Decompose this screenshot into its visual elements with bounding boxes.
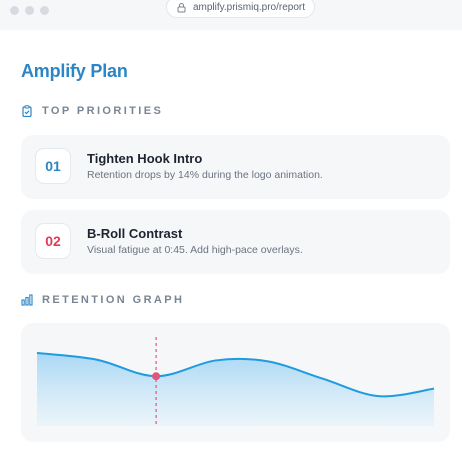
window-controls [10, 6, 49, 15]
minimize-window-dot[interactable] [25, 6, 34, 15]
clipboard-check-icon [22, 105, 32, 117]
address-bar[interactable]: amplify.prismiq.pro/report [166, 0, 315, 18]
drop-marker-point[interactable] [152, 372, 161, 381]
priority-number-badge: 02 [35, 223, 71, 259]
retention-section-header: RETENTION GRAPH [21, 294, 184, 306]
priority-title: Tighten Hook Intro [87, 151, 203, 166]
lock-icon [177, 2, 186, 12]
priority-description: Visual fatigue at 0:45. Add high-pace ov… [87, 244, 303, 256]
priority-title: B-Roll Contrast [87, 226, 183, 241]
bar-chart-icon [21, 294, 33, 306]
retention-chart [36, 337, 435, 426]
priority-number: 02 [45, 233, 61, 249]
priority-number: 01 [45, 158, 61, 174]
retention-area [37, 352, 434, 426]
priority-card[interactable]: 01 Tighten Hook Intro Retention drops by… [21, 135, 450, 199]
priorities-section-header: TOP PRIORITIES [21, 105, 163, 117]
priority-description: Retention drops by 14% during the logo a… [87, 169, 323, 181]
retention-graph-card [21, 323, 450, 442]
url-text: amplify.prismiq.pro/report [192, 1, 306, 13]
priorities-heading: TOP PRIORITIES [42, 105, 164, 117]
close-window-dot[interactable] [10, 6, 19, 15]
page-title: Amplify Plan [21, 61, 128, 81]
browser-toolbar: amplify.prismiq.pro/report [0, 0, 462, 30]
priority-card[interactable]: 02 B-Roll Contrast Visual fatigue at 0:4… [21, 210, 450, 274]
retention-heading: RETENTION GRAPH [42, 294, 185, 306]
priority-number-badge: 01 [35, 148, 71, 184]
maximize-window-dot[interactable] [40, 6, 49, 15]
